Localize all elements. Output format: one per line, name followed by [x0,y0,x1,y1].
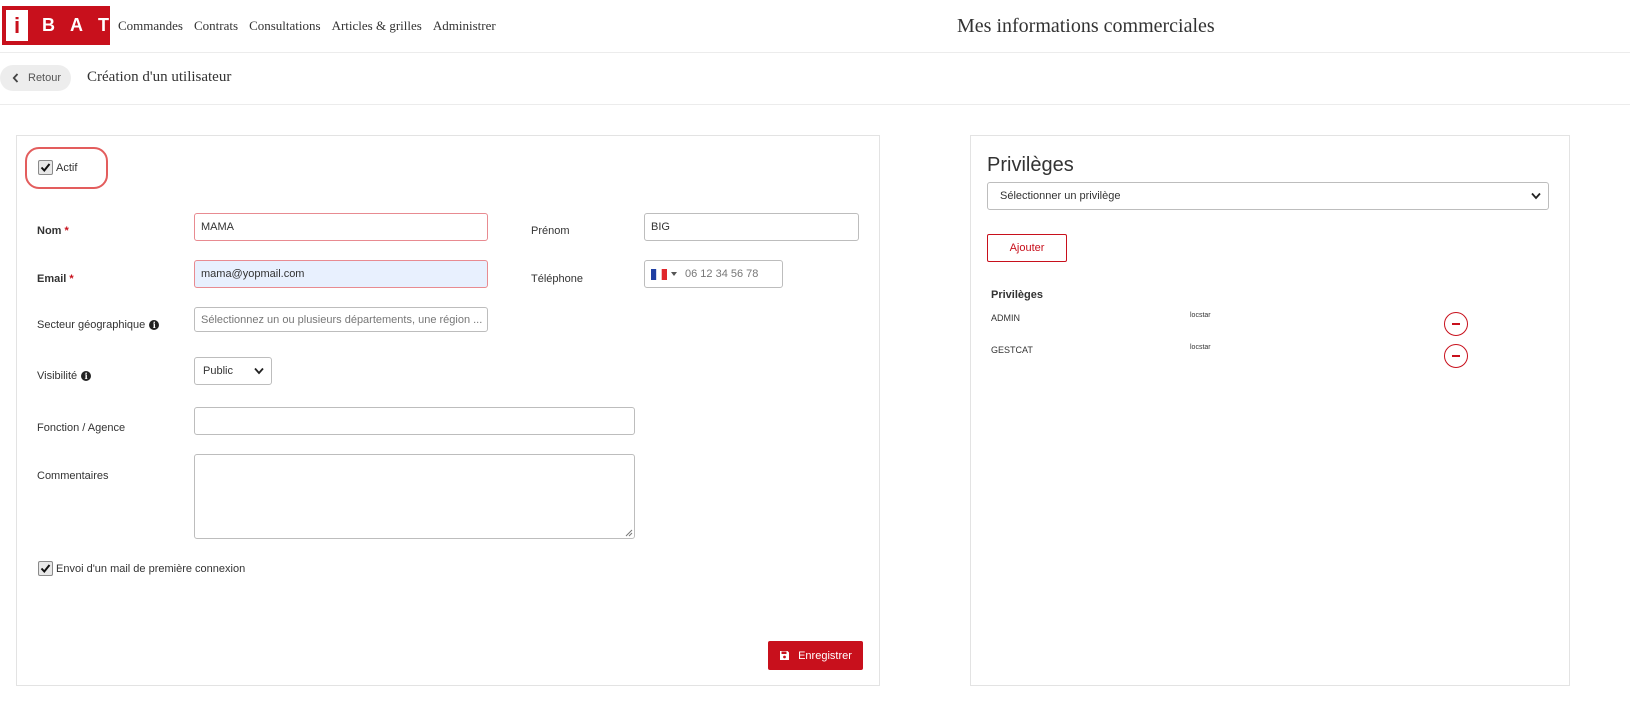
chevron-down-icon [1531,192,1541,200]
prenom-label: Prénom [531,225,570,237]
resize-grip-icon[interactable] [624,528,633,537]
remove-privilege-button[interactable] [1444,344,1468,368]
visibilite-label: Visibilité i [37,370,92,382]
visibilite-select[interactable]: Public [194,357,272,385]
subheader: Retour Création d'un utilisateur [0,53,1630,105]
secteur-label: Secteur géographique i [37,319,160,331]
add-privilege-button[interactable]: Ajouter [987,234,1067,262]
info-icon[interactable]: i [81,371,92,382]
email-label: Email * [37,273,74,285]
nav-contrats[interactable]: Contrats [194,18,238,34]
nav-articles-grilles[interactable]: Articles & grilles [332,18,422,34]
chevron-down-icon [254,367,264,375]
prenom-input[interactable]: BIG [644,213,859,241]
privileges-panel: Privilèges Sélectionner un privilège Ajo… [970,135,1570,686]
minus-icon [1452,355,1460,357]
sub-page-title: Création d'un utilisateur [87,69,232,85]
logo-i-box: i [6,10,28,41]
user-form-panel: Actif Nom * MAMA Prénom BIG Email * mama… [16,135,880,686]
logo-letter: A [70,15,84,35]
privilege-source: locstar [1190,312,1211,319]
privilege-source: locstar [1190,344,1211,351]
privilege-name-gestcat: GESTCAT [991,345,1033,355]
fonction-input[interactable] [194,407,635,435]
save-button[interactable]: Enregistrer [768,641,863,670]
logo-letters: B A T [42,15,110,36]
top-navigation-bar: i B A T Commandes Contrats Consultations… [0,0,1630,53]
privilege-select[interactable]: Sélectionner un privilège [987,182,1549,210]
minus-icon [1452,323,1460,325]
fonction-label: Fonction / Agence [37,422,126,434]
remove-privilege-button[interactable] [1444,312,1468,336]
checkmark-icon [40,564,51,574]
main-menu: Commandes Contrats Consultations Article… [118,18,496,34]
chevron-left-icon [12,73,19,83]
back-button[interactable]: Retour [0,65,71,91]
checkmark-icon [40,163,51,173]
caret-down-icon[interactable] [671,272,677,276]
nav-consultations[interactable]: Consultations [249,18,321,34]
email-input[interactable]: mama@yopmail.com [194,260,488,288]
telephone-input[interactable]: 06 12 34 56 78 [644,260,783,288]
france-flag-icon[interactable] [651,268,667,280]
nom-input[interactable]: MAMA [194,213,488,241]
logo-letter: T [98,15,110,35]
save-button-label: Enregistrer [798,649,852,662]
nom-label: Nom * [37,225,69,237]
page-header-title: Mes informations commerciales [957,15,1215,37]
commentaires-label: Commentaires [37,470,109,482]
logo-letter: B [42,15,56,35]
secteur-input[interactable]: Sélectionnez un ou plusieurs département… [194,307,488,332]
actif-checkbox[interactable] [38,160,53,175]
ibat-logo[interactable]: i B A T [2,6,110,45]
actif-label: Actif [56,162,78,174]
first-login-mail-checkbox[interactable] [38,561,53,576]
nav-administrer[interactable]: Administrer [433,18,496,34]
privilege-name-admin: ADMIN [991,313,1020,323]
info-icon[interactable]: i [149,320,160,331]
telephone-label: Téléphone [531,273,583,285]
back-button-label: Retour [28,72,62,84]
privileges-list-header: Privilèges [991,289,1043,301]
first-login-mail-label: Envoi d'un mail de première connexion [56,563,246,575]
floppy-disk-icon [780,651,790,660]
privileges-title: Privilèges [987,154,1074,176]
nav-commandes[interactable]: Commandes [118,18,183,34]
commentaires-textarea[interactable] [194,454,635,539]
